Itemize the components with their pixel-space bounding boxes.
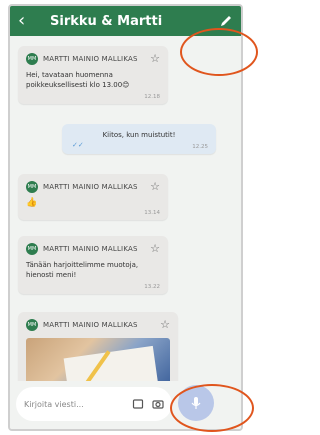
- message-text: Kiitos, kun muistutit!: [102, 131, 176, 139]
- message-sender: MM MARTTI MAINIO MALLIKAS ☆: [26, 242, 160, 256]
- sender-name: MARTTI MAINIO MALLIKAS: [43, 245, 138, 253]
- star-icon[interactable]: ☆: [150, 242, 160, 256]
- message-time: 13.22: [144, 284, 160, 290]
- phone-screen: ‹ Sirkku & Martti MM MARTTI MAINIO MALLI…: [8, 4, 243, 431]
- chat-header: ‹ Sirkku & Martti: [10, 6, 241, 36]
- composer: Kirjoita viesti...: [10, 381, 241, 429]
- star-icon[interactable]: ☆: [150, 180, 160, 194]
- pencil-icon[interactable]: [219, 14, 233, 28]
- avatar: MM: [26, 53, 38, 65]
- message-sender: MM MARTTI MAINIO MALLIKAS ☆: [26, 318, 170, 332]
- sender-name: MARTTI MAINIO MALLIKAS: [43, 183, 138, 191]
- sender-name: MARTTI MAINIO MALLIKAS: [43, 321, 138, 329]
- back-icon[interactable]: ‹: [18, 6, 36, 36]
- avatar: MM: [26, 243, 38, 255]
- star-icon[interactable]: ☆: [150, 52, 160, 66]
- read-check-icon: ✓✓: [72, 141, 84, 149]
- avatar: MM: [26, 319, 38, 331]
- sender-name: MARTTI MAINIO MALLIKAS: [43, 55, 138, 63]
- message-bubble: MM MARTTI MAINIO MALLIKAS ☆ 👍 13.14: [18, 174, 168, 220]
- photo-paper: [63, 345, 159, 381]
- attachment-icon[interactable]: [132, 398, 144, 410]
- message-sender: MM MARTTI MAINIO MALLIKAS ☆: [26, 180, 160, 194]
- message-time: 12.25: [192, 144, 208, 150]
- message-bubble-photo: MM MARTTI MAINIO MALLIKAS ☆: [18, 312, 178, 381]
- message-bubble: MM MARTTI MAINIO MALLIKAS ☆ Hei, tavataa…: [18, 46, 168, 104]
- message-time: 12.18: [144, 94, 160, 100]
- message-text: Tänään harjoittelimme muotoja, hienosti …: [26, 261, 139, 279]
- microphone-icon: [191, 397, 201, 409]
- avatar: MM: [26, 181, 38, 193]
- chat-title: Sirkku & Martti: [50, 13, 163, 29]
- message-placeholder: Kirjoita viesti...: [24, 399, 84, 409]
- message-bubble: MM MARTTI MAINIO MALLIKAS ☆ Tänään harjo…: [18, 236, 168, 294]
- message-feed[interactable]: MM MARTTI MAINIO MALLIKAS ☆ Hei, tavataa…: [10, 36, 241, 381]
- camera-icon[interactable]: [152, 398, 164, 410]
- thumbs-up-emoji: 👍: [26, 198, 38, 208]
- mic-button[interactable]: [178, 385, 214, 421]
- star-icon[interactable]: ☆: [160, 318, 170, 332]
- message-time: 13.14: [144, 210, 160, 216]
- message-bubble-outgoing: Kiitos, kun muistutit! ✓✓ 12.25: [62, 124, 216, 154]
- photo-attachment[interactable]: [26, 338, 170, 381]
- message-input[interactable]: Kirjoita viesti...: [16, 387, 172, 421]
- message-sender: MM MARTTI MAINIO MALLIKAS ☆: [26, 52, 160, 66]
- message-text: Hei, tavataan huomenna poikkeuksellisest…: [26, 71, 130, 89]
